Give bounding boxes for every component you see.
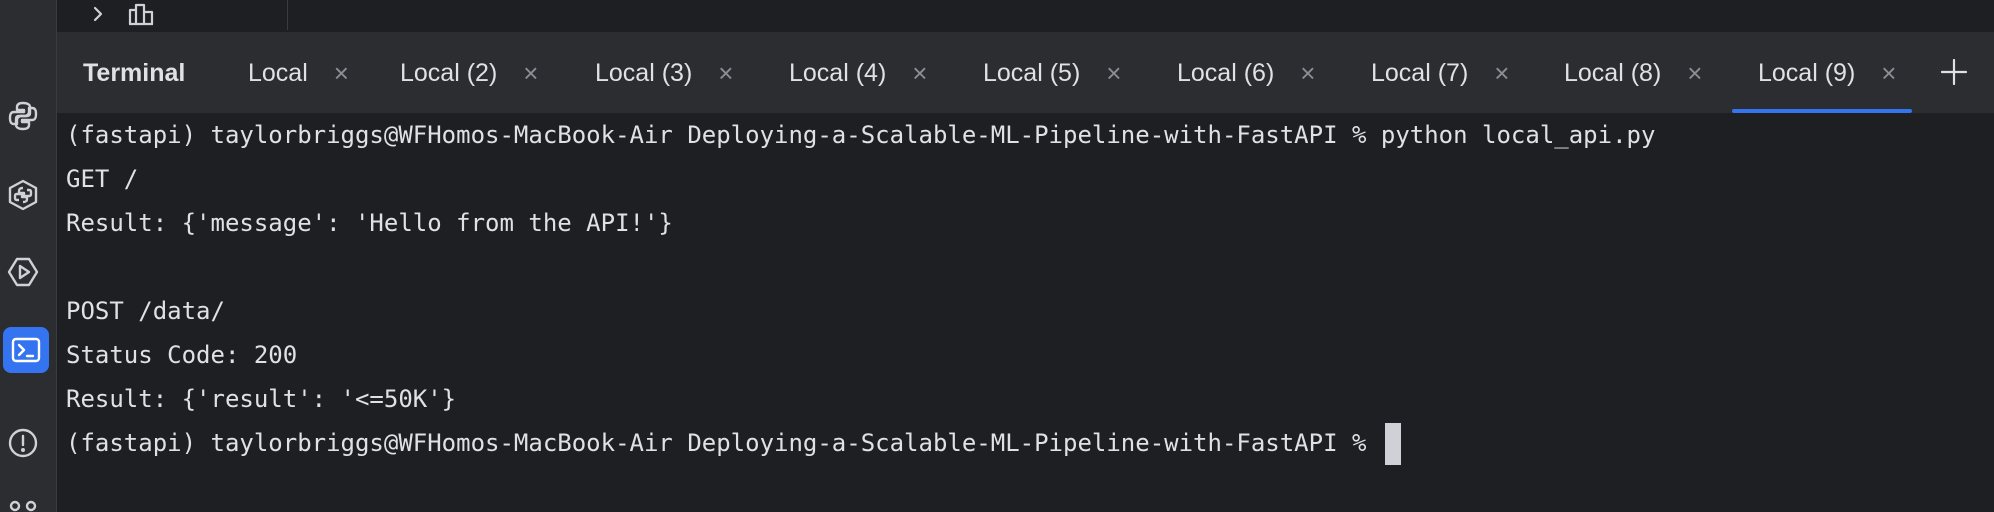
tool-window-strip [0, 0, 57, 512]
panel-layout-icon[interactable] [127, 2, 155, 31]
tab-local-4[interactable]: Local (4) × [789, 33, 927, 113]
chevron-right-icon[interactable] [87, 3, 109, 30]
tab-label: Local (7) [1371, 58, 1469, 87]
close-icon[interactable]: × [334, 60, 349, 86]
tab-label: Local (9) [1758, 58, 1856, 87]
tab-local-9[interactable]: Local (9) × [1732, 33, 1913, 113]
terminal-tab-bar: Terminal Local × Local (2) × Local (3) ×… [57, 33, 1994, 113]
close-icon[interactable]: × [523, 60, 538, 86]
terminal-line: POST /data/ [66, 297, 225, 325]
python-packages-icon[interactable] [0, 93, 46, 139]
version-control-icon[interactable] [0, 490, 46, 512]
close-icon[interactable]: × [1300, 60, 1315, 86]
terminal-panel-title: Terminal [83, 59, 186, 87]
tab-local-2[interactable]: Local (2) × [400, 33, 538, 113]
tab-local-5[interactable]: Local (5) × [983, 33, 1121, 113]
tab-label: Local (4) [789, 58, 887, 87]
tab-local-7[interactable]: Local (7) × [1371, 33, 1509, 113]
top-toolbar [57, 0, 1994, 33]
close-icon[interactable]: × [1106, 60, 1121, 86]
tab-label: Local (2) [400, 58, 498, 87]
tab-label: Local (3) [595, 58, 693, 87]
text-cursor [1384, 423, 1401, 465]
terminal-prompt: (fastapi) taylorbriggs@WFHomos-MacBook-A… [66, 429, 1381, 457]
services-icon[interactable] [0, 249, 46, 295]
ide-window: Terminal Local × Local (2) × Local (3) ×… [0, 0, 1994, 512]
terminal-prompt-line[interactable]: (fastapi) taylorbriggs@WFHomos-MacBook-A… [66, 421, 1994, 465]
terminal-line: (fastapi) taylorbriggs@WFHomos-MacBook-A… [66, 121, 1656, 149]
tab-label: Local (5) [983, 58, 1081, 87]
python-console-icon[interactable] [0, 172, 46, 218]
close-icon[interactable]: × [718, 60, 733, 86]
close-icon[interactable]: × [1687, 60, 1702, 86]
close-icon[interactable]: × [912, 60, 927, 86]
tab-local-3[interactable]: Local (3) × [595, 33, 733, 113]
tab-local[interactable]: Local × [248, 33, 349, 113]
terminal-line: GET / [66, 165, 139, 193]
tab-label: Local (6) [1177, 58, 1275, 87]
tab-local-6[interactable]: Local (6) × [1177, 33, 1315, 113]
toolbar-divider [287, 0, 288, 30]
tab-label: Local [248, 58, 308, 87]
terminal-line: Result: {'message': 'Hello from the API!… [66, 209, 673, 237]
terminal-line: Status Code: 200 [66, 341, 298, 369]
terminal-line: Result: {'result': '<=50K'} [66, 385, 457, 413]
terminal-icon[interactable] [3, 327, 49, 373]
close-icon[interactable]: × [1494, 60, 1509, 86]
problems-icon[interactable] [0, 420, 46, 466]
terminal-output[interactable]: (fastapi) taylorbriggs@WFHomos-MacBook-A… [66, 113, 1994, 512]
tab-local-8[interactable]: Local (8) × [1564, 33, 1702, 113]
tab-label: Local (8) [1564, 58, 1662, 87]
close-icon[interactable]: × [1881, 60, 1896, 86]
plus-icon[interactable] [1939, 57, 1969, 92]
